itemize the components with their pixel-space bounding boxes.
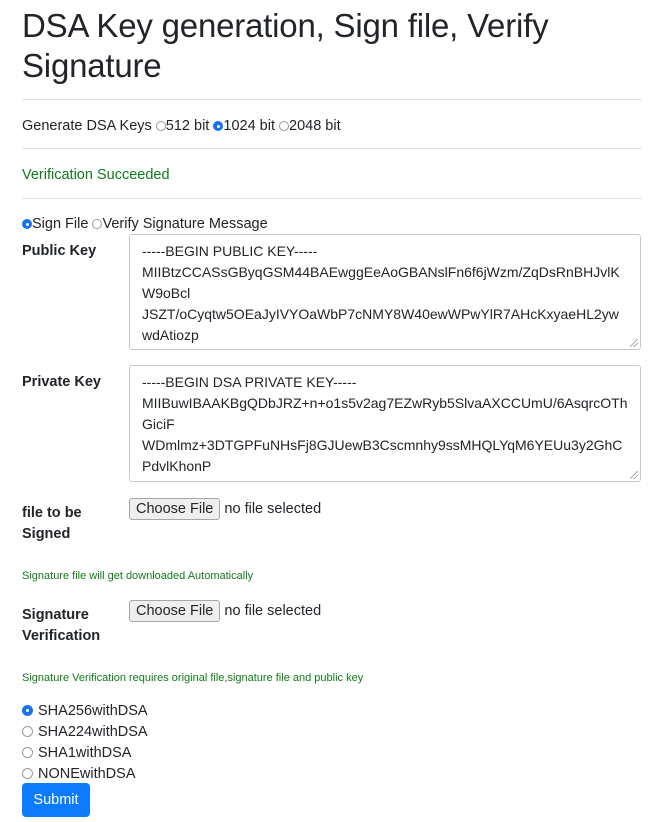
algorithm-option: NONEwithDSA (22, 764, 136, 784)
public-key-line: W9oBcl (142, 285, 191, 301)
radio-1024-bit-label: 1024 bit (223, 118, 275, 134)
public-key-textarea[interactable]: -----BEGIN PUBLIC KEY----- MIIBtzCCASsGB… (129, 234, 641, 350)
algorithm-option: SHA224withDSA (22, 722, 148, 742)
radio-512-bit-label: 512 bit (165, 118, 210, 134)
radio-sha256withdsa[interactable] (22, 705, 33, 716)
private-key-line: MIIBuwIBAAKBgQDbJRZ+n+o1s5v2ag7EZwRyb5Sl… (142, 395, 628, 411)
sign-choose-file-button[interactable]: Choose File (129, 498, 221, 520)
sign-file-input: Choose File no file selected (129, 498, 321, 520)
radio-2048-bit-label: 2048 bit (289, 118, 341, 134)
private-key-textarea[interactable]: -----BEGIN DSA PRIVATE KEY----- MIIBuwIB… (129, 365, 641, 482)
private-key-line: GiciF (142, 416, 175, 432)
algorithm-option: SHA256withDSA (22, 701, 148, 721)
sign-file-label-line1: file to be (22, 505, 82, 521)
private-key-label: Private Key (22, 374, 101, 390)
divider (22, 148, 642, 149)
radio-2048-bit[interactable] (279, 121, 290, 131)
resize-handle-icon[interactable] (630, 471, 638, 479)
algorithm-option: SHA1withDSA (22, 743, 131, 763)
sign-file-note: Signature file will get downloaded Autom… (22, 570, 254, 582)
radio-512-bit[interactable] (155, 121, 166, 131)
verify-file-input: Choose File no file selected (129, 600, 321, 622)
sign-file-status: no file selected (224, 501, 322, 517)
key-generation-row: Generate DSA Keys 512 bit 1024 bit 2048 … (22, 116, 341, 136)
public-key-line: wdAtiozp (142, 327, 199, 343)
radio-sha1withdsa[interactable] (22, 747, 33, 758)
page-title: DSA Key generation, Sign file, Verify Si… (22, 7, 549, 84)
divider (22, 198, 642, 199)
private-key-line: -----BEGIN DSA PRIVATE KEY----- (142, 374, 357, 390)
radio-sign-file[interactable] (22, 219, 32, 229)
verify-file-status: no file selected (224, 603, 322, 619)
radio-sign-file-label: Sign File (32, 216, 89, 232)
radio-verify-signature-label: Verify Signature Message (102, 216, 268, 232)
algorithm-label: NONEwithDSA (38, 766, 136, 782)
divider (22, 99, 642, 100)
sign-file-label: file to be Signed (22, 503, 82, 545)
public-key-line: MIIBtzCCASsGByqGSM44BAEwggEeAoGBANslFn6f… (142, 264, 620, 280)
page: DSA Key generation, Sign file, Verify Si… (22, 0, 642, 817)
radio-1024-bit[interactable] (213, 121, 224, 131)
mode-row: Sign File Verify Signature Message (22, 214, 268, 234)
algorithm-label: SHA1withDSA (38, 745, 132, 761)
resize-handle-icon[interactable] (630, 339, 638, 347)
private-key-line: WDmlmz+3DTGPFuNHsFj8GJUewB3Cscmnhy9ssMHQ… (142, 437, 623, 453)
algorithm-label: SHA224withDSA (38, 724, 148, 740)
public-key-line: JSZT/oCyqtw5OEaJyIVYOaWbP7cNMY8W40ewWPwY… (142, 306, 619, 322)
radio-verify-signature[interactable] (92, 219, 103, 229)
verify-file-label: Signature Verification (22, 605, 100, 647)
public-key-label: Public Key (22, 243, 97, 259)
submit-button[interactable]: Submit (22, 783, 90, 817)
public-key-line: -----BEGIN PUBLIC KEY----- (142, 243, 318, 259)
status-message: Verification Succeeded (22, 167, 170, 183)
radio-nonewithdsa[interactable] (22, 768, 33, 779)
verify-file-note: Signature Verification requires original… (22, 672, 364, 684)
radio-sha224withdsa[interactable] (22, 726, 33, 737)
sign-file-label-line2: Signed (22, 526, 71, 542)
verify-file-label-line1: Signature (22, 607, 89, 623)
algorithm-label: SHA256withDSA (38, 703, 148, 719)
verify-choose-file-button[interactable]: Choose File (129, 600, 221, 622)
generate-keys-label: Generate DSA Keys (22, 118, 152, 134)
verify-file-label-line2: Verification (22, 628, 101, 644)
private-key-line: PdvlKhonP (142, 458, 212, 474)
